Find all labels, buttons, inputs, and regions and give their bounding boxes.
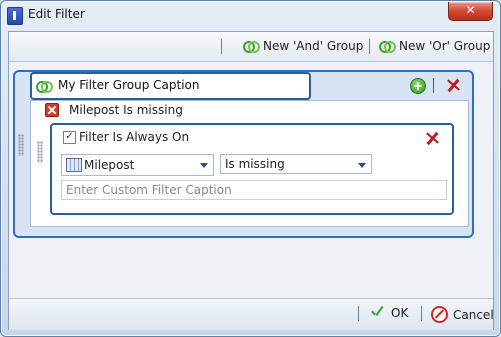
cancel-icon <box>431 306 448 323</box>
condition-error-icon <box>45 103 59 117</box>
field-select[interactable]: Milepost <box>61 154 214 176</box>
operator-select-value: Is missing <box>225 157 285 171</box>
delete-group-icon[interactable] <box>445 77 461 93</box>
group-caption-box <box>30 72 311 100</box>
app-icon <box>7 7 23 25</box>
condition-drag-handle[interactable] <box>37 141 43 163</box>
window-title: Edit Filter <box>28 7 85 21</box>
new-and-group-button[interactable]: New 'And' Group <box>243 38 363 54</box>
title-bar[interactable]: Edit Filter ✕ <box>1 1 500 31</box>
dialog-footer: OK Cancel <box>9 298 494 330</box>
ok-button[interactable]: OK <box>370 306 408 320</box>
group-type-icon[interactable] <box>36 78 53 94</box>
add-condition-icon[interactable] <box>410 78 426 94</box>
table-field-icon <box>66 158 82 172</box>
filter-editor-area: Milepost Is missing ✓ Filter Is Always O… <box>9 62 493 298</box>
toolbar-separator <box>221 39 222 54</box>
group-drag-handle[interactable] <box>18 134 24 156</box>
cancel-button[interactable]: Cancel <box>431 306 494 323</box>
chevron-down-icon <box>358 163 366 168</box>
dialog-body: New 'And' Group New 'Or' Group My Filter… <box>8 31 494 330</box>
edit-filter-dialog: Edit Filter ✕ New 'And' Group New 'Or' G… <box>0 0 501 337</box>
condition-summary-label: Milepost Is missing <box>69 103 183 117</box>
field-select-value: Milepost <box>84 158 135 172</box>
new-or-group-label: New 'Or' Group <box>399 39 491 53</box>
filter-condition-card: ✓ Filter Is Always On Milepost Is missin… <box>50 123 454 215</box>
and-group-icon <box>243 38 260 54</box>
new-and-group-label: New 'And' Group <box>263 39 364 53</box>
footer-separator <box>358 306 359 321</box>
toolbar-separator <box>369 39 370 54</box>
group-conditions-panel: Milepost Is missing ✓ Filter Is Always O… <box>30 100 469 227</box>
toolbar: New 'And' Group New 'Or' Group <box>9 32 493 62</box>
cancel-label: Cancel <box>453 307 494 322</box>
footer-separator <box>421 306 422 321</box>
new-or-group-button[interactable]: New 'Or' Group <box>379 38 490 54</box>
chevron-down-icon <box>200 163 208 168</box>
group-toolbar-separator <box>433 78 434 93</box>
condition-summary-row: Milepost Is missing <box>31 101 468 119</box>
check-icon <box>370 306 386 320</box>
filter-group: Milepost Is missing ✓ Filter Is Always O… <box>13 70 474 238</box>
always-on-label: Filter Is Always On <box>79 130 190 144</box>
delete-condition-icon[interactable] <box>424 130 440 146</box>
custom-caption-input[interactable] <box>61 180 447 200</box>
close-button[interactable]: ✕ <box>448 2 493 21</box>
group-caption-input[interactable] <box>58 77 302 93</box>
ok-label: OK <box>391 306 409 320</box>
always-on-checkbox[interactable]: ✓ <box>63 131 76 144</box>
or-group-icon <box>379 38 396 54</box>
operator-select[interactable]: Is missing <box>220 154 372 174</box>
